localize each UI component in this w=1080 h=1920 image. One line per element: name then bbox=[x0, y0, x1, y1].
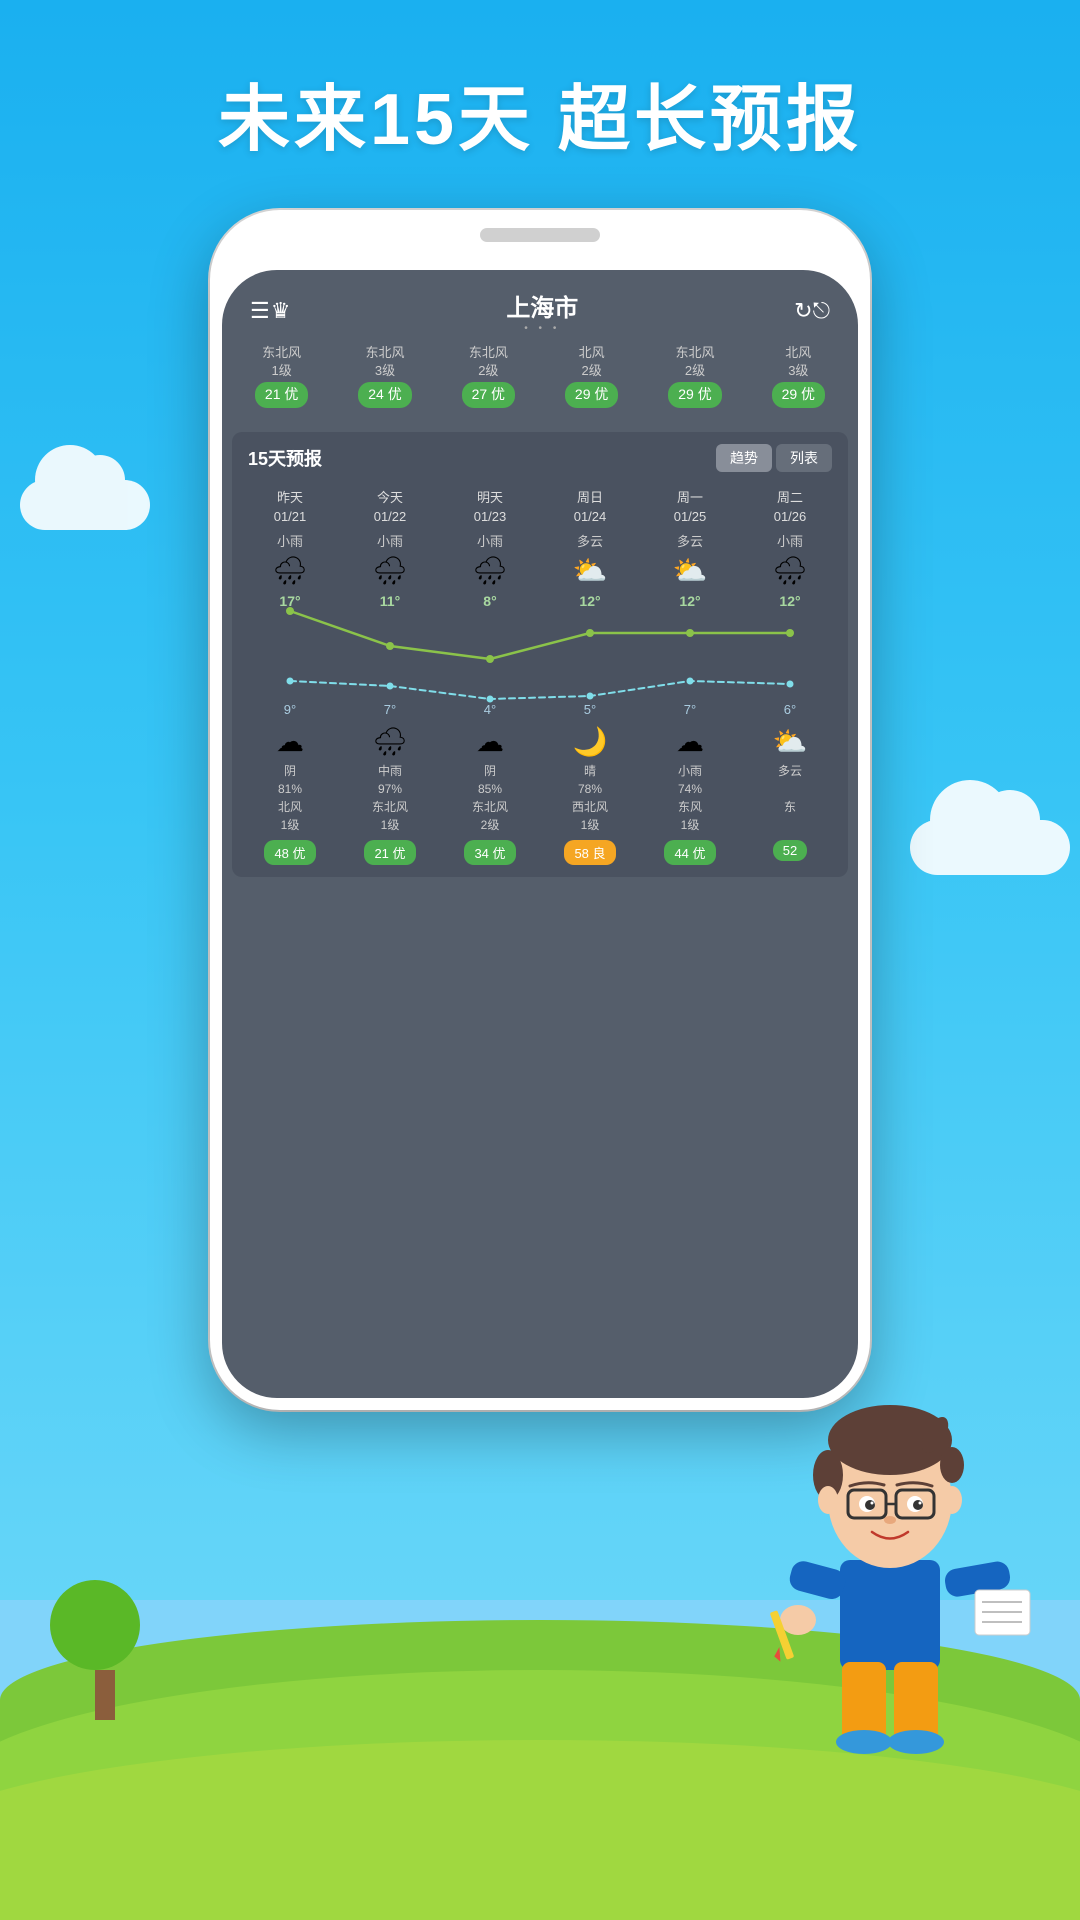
top-aqi-item: 东北风2级29 优 bbox=[645, 344, 744, 408]
day-condition-text: 小雨 bbox=[240, 531, 340, 550]
top-aqi-item: 北风3级29 优 bbox=[749, 344, 848, 408]
aqi-pill: 48 优 bbox=[264, 840, 315, 865]
cartoon-character bbox=[760, 1380, 1040, 1780]
aqi-pill: 21 优 bbox=[364, 840, 415, 865]
day-header: 今天01/22 bbox=[340, 484, 440, 531]
aqi-pill: 58 良 bbox=[564, 840, 615, 865]
hero-title-text: 未来15天 超长预报 bbox=[218, 80, 862, 160]
bottom-aqi-cell: 44 优 bbox=[640, 840, 740, 865]
day-condition-text: 多云 bbox=[640, 531, 740, 550]
day-weather-icon: 🌧 bbox=[340, 554, 440, 587]
city-name: 上海市 bbox=[290, 288, 794, 323]
bottom-aqi-cell: 34 优 bbox=[440, 840, 540, 865]
forecast-tab[interactable]: 列表 bbox=[776, 444, 832, 472]
night-condition: 晴78%西北风1级 bbox=[540, 762, 640, 834]
share-icon[interactable]: ⎋ bbox=[813, 298, 830, 324]
tree bbox=[60, 1580, 150, 1720]
day-headers: 昨天01/21今天01/22明天01/23周日01/24周一01/25周二01/… bbox=[232, 484, 848, 531]
day-header: 周日01/24 bbox=[540, 484, 640, 531]
aqi-pill: 52 bbox=[773, 840, 807, 861]
forecast-section: 15天预报 趋势列表 昨天01/21今天01/22明天01/23周日01/24周… bbox=[232, 432, 848, 877]
bottom-aqi-row: 48 优 21 优 34 优 58 良 44 优 52 bbox=[232, 834, 848, 877]
crown-icon[interactable]: ♛ bbox=[271, 298, 291, 324]
night-condition: 多云东 bbox=[740, 762, 840, 834]
day-weather-icon: 🌧 bbox=[240, 554, 340, 587]
night-weather-icon: ☁ bbox=[440, 725, 540, 758]
day-condition-text: 小雨 bbox=[740, 531, 840, 550]
temp-chart-svg bbox=[240, 591, 840, 721]
night-weather-icon: 🌧 bbox=[340, 725, 440, 758]
day-weather-icon: ⛅ bbox=[540, 554, 640, 587]
menu-icon[interactable]: ☰ bbox=[250, 298, 271, 324]
day-header: 明天01/23 bbox=[440, 484, 540, 531]
forecast-tab[interactable]: 趋势 bbox=[716, 444, 772, 472]
top-aqi-item: 东北风3级24 优 bbox=[335, 344, 434, 408]
weather-icons-day: 🌧🌧🌧⛅⛅🌧 bbox=[232, 550, 848, 591]
phone-frame: ☰ ♛ 上海市 • • • ↻ ⎋ 东北风1级21 优东北风3级24 优东北风2… bbox=[210, 210, 870, 1410]
day-header: 昨天01/21 bbox=[240, 484, 340, 531]
night-weather-icon: ☁ bbox=[240, 725, 340, 758]
cloud-right bbox=[910, 820, 1070, 875]
header-dots: • • • bbox=[290, 323, 794, 334]
refresh-icon[interactable]: ↻ bbox=[794, 298, 812, 324]
forecast-header: 15天预报 趋势列表 bbox=[232, 432, 848, 484]
night-condition: 小雨74%东风1级 bbox=[640, 762, 740, 834]
day-condition-text: 多云 bbox=[540, 531, 640, 550]
hero-title: 未来15天 超长预报 bbox=[0, 60, 1080, 165]
bottom-aqi-cell: 58 良 bbox=[540, 840, 640, 865]
day-header: 周一01/25 bbox=[640, 484, 740, 531]
app-header: ☰ ♛ 上海市 • • • ↻ ⎋ bbox=[222, 270, 858, 342]
day-weather-icon: 🌧 bbox=[440, 554, 540, 587]
night-weather-icon: ⛅ bbox=[740, 725, 840, 758]
weather-icons-night: ☁🌧☁🌙☁⛅ bbox=[232, 721, 848, 762]
cloud-left bbox=[20, 480, 150, 530]
night-condition: 中雨97%东北风1级 bbox=[340, 762, 440, 834]
city-area: 上海市 • • • bbox=[290, 288, 794, 334]
day-conditions: 小雨小雨小雨多云多云小雨 bbox=[232, 531, 848, 550]
night-conditions: 阴81%北风1级中雨97%东北风1级阴85%东北风2级晴78%西北风1级小雨74… bbox=[232, 762, 848, 834]
temp-chart: 17°11°8°12°12°12° 9°7°4°5°7°6° bbox=[240, 591, 840, 721]
day-header: 周二01/26 bbox=[740, 484, 840, 531]
night-condition: 阴81%北风1级 bbox=[240, 762, 340, 834]
night-condition: 阴85%东北风2级 bbox=[440, 762, 540, 834]
forecast-tabs: 趋势列表 bbox=[716, 444, 832, 472]
bottom-aqi-cell: 48 优 bbox=[240, 840, 340, 865]
day-weather-icon: 🌧 bbox=[740, 554, 840, 587]
phone-notch bbox=[480, 228, 600, 242]
aqi-pill: 44 优 bbox=[664, 840, 715, 865]
bottom-aqi-cell: 21 优 bbox=[340, 840, 440, 865]
top-aqi-item: 东北风1级21 优 bbox=[232, 344, 331, 408]
tree-trunk bbox=[95, 1670, 115, 1720]
night-weather-icon: 🌙 bbox=[540, 725, 640, 758]
bottom-aqi-cell: 52 bbox=[740, 840, 840, 865]
aqi-pill: 34 优 bbox=[464, 840, 515, 865]
top-aqi-item: 东北风2级27 优 bbox=[439, 344, 538, 408]
night-weather-icon: ☁ bbox=[640, 725, 740, 758]
phone-screen: ☰ ♛ 上海市 • • • ↻ ⎋ 东北风1级21 优东北风3级24 优东北风2… bbox=[222, 270, 858, 1398]
day-condition-text: 小雨 bbox=[440, 531, 540, 550]
tree-top bbox=[50, 1580, 140, 1670]
day-weather-icon: ⛅ bbox=[640, 554, 740, 587]
spacer bbox=[222, 418, 858, 426]
top-aqi-item: 北风2级29 优 bbox=[542, 344, 641, 408]
top-aqi-bar: 东北风1级21 优东北风3级24 优东北风2级27 优北风2级29 优东北风2级… bbox=[222, 342, 858, 418]
forecast-title: 15天预报 bbox=[248, 445, 322, 471]
day-condition-text: 小雨 bbox=[340, 531, 440, 550]
